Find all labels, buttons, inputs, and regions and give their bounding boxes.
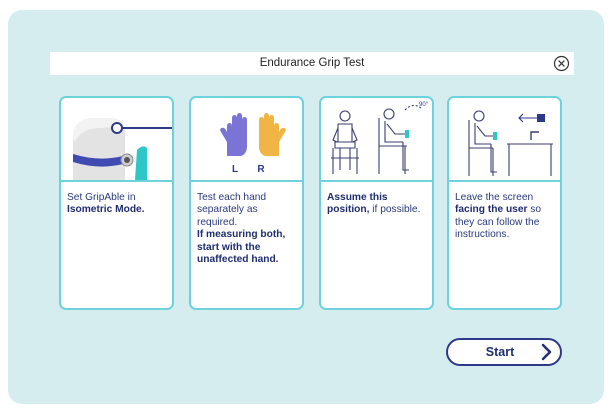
card-divider (61, 180, 172, 182)
chevron-right-icon (535, 341, 557, 363)
card-text: Leave the screen facing the user so they… (455, 192, 542, 241)
card-divider (449, 180, 560, 182)
page-title: Endurance Grip Test (259, 57, 365, 69)
left-hand-icon (220, 113, 247, 156)
close-icon[interactable] (553, 55, 570, 72)
instruction-card-isometric: Set GripAble in Isometric Mode. (59, 96, 174, 310)
instruction-card-hands: L R Test each hand separately as require… (189, 96, 304, 310)
angle-label: 90° (419, 102, 429, 108)
seated-position-illustration: 90° (321, 98, 432, 180)
start-button[interactable]: Start (446, 338, 562, 366)
card-text: Assume this position, if possible. (327, 192, 421, 216)
card-text: Test each hand separately as required. If… (197, 192, 286, 266)
title-bar: Endurance Grip Test (50, 52, 574, 75)
card-divider (321, 180, 432, 182)
screen-facing-illustration (449, 98, 560, 180)
card-divider (191, 180, 302, 182)
left-label: L (232, 164, 238, 175)
gripable-device-illustration (61, 98, 174, 180)
card-text: Set GripAble in Isometric Mode. (67, 192, 145, 216)
instruction-card-screen: Leave the screen facing the user so they… (447, 96, 562, 310)
right-label: R (257, 164, 265, 175)
right-hand-icon (259, 113, 286, 156)
hands-illustration: L R (191, 98, 302, 180)
instruction-card-position: 90° Assume this position, if possible. (319, 96, 434, 310)
